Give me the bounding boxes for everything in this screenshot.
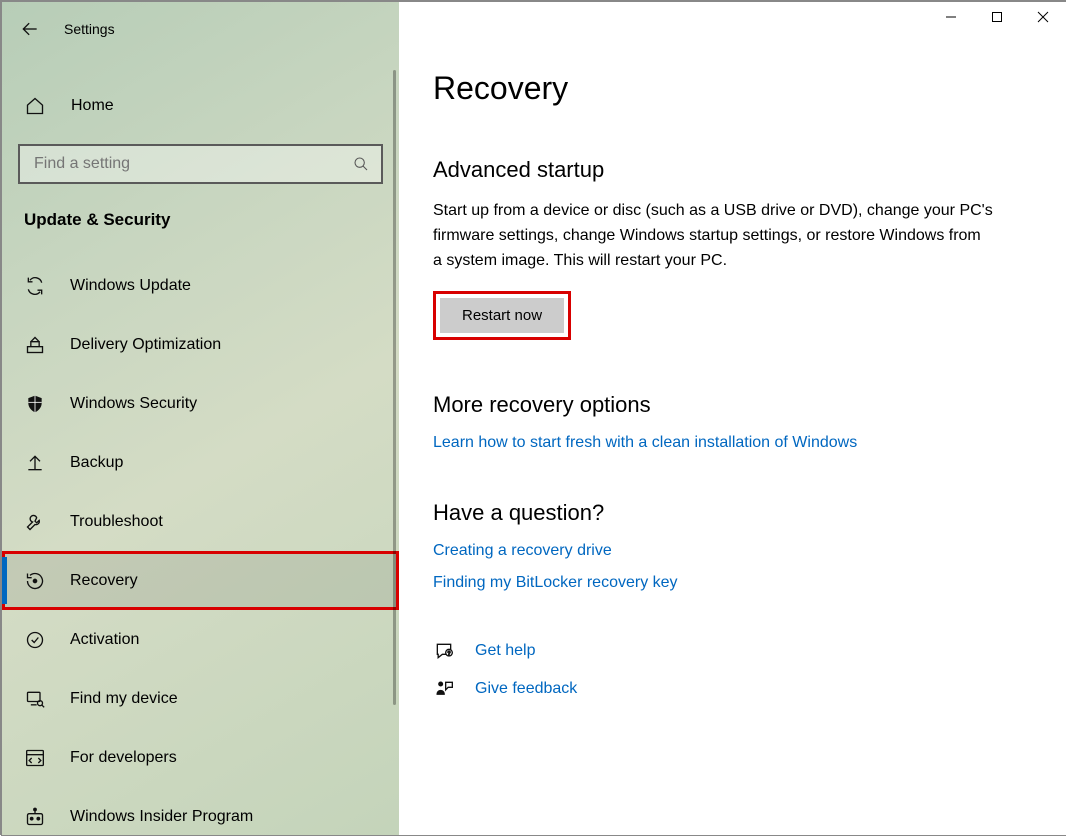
sidebar-item-home[interactable]: Home bbox=[2, 80, 399, 132]
sidebar-item-recovery[interactable]: Recovery bbox=[2, 551, 399, 610]
maximize-button[interactable] bbox=[974, 2, 1020, 32]
sidebar-item-find-my-device[interactable]: Find my device bbox=[2, 669, 399, 728]
sidebar-item-windows-update[interactable]: Windows Update bbox=[2, 256, 399, 315]
sidebar-item-label: Windows Insider Program bbox=[70, 808, 253, 826]
question-heading: Have a question? bbox=[433, 500, 1006, 526]
search-input[interactable] bbox=[32, 154, 353, 174]
sidebar-item-label: Troubleshoot bbox=[70, 513, 163, 531]
restart-now-highlight: Restart now bbox=[433, 291, 571, 340]
home-label: Home bbox=[71, 97, 114, 115]
find-device-icon bbox=[24, 688, 46, 710]
sidebar-item-delivery-optimization[interactable]: Delivery Optimization bbox=[2, 315, 399, 374]
recovery-drive-link[interactable]: Creating a recovery drive bbox=[433, 542, 1006, 560]
sidebar-item-windows-security[interactable]: Windows Security bbox=[2, 374, 399, 433]
bitlocker-link[interactable]: Finding my BitLocker recovery key bbox=[433, 574, 1006, 592]
page-title: Recovery bbox=[433, 70, 1006, 107]
shield-icon bbox=[24, 393, 46, 415]
sidebar-item-label: For developers bbox=[70, 749, 177, 767]
sidebar-item-activation[interactable]: Activation bbox=[2, 610, 399, 669]
search-icon bbox=[353, 156, 369, 172]
home-icon bbox=[24, 95, 46, 117]
give-feedback-link[interactable]: Give feedback bbox=[433, 678, 1006, 700]
sync-icon bbox=[24, 275, 46, 297]
sidebar-scrollbar[interactable] bbox=[393, 70, 396, 705]
restart-now-button[interactable]: Restart now bbox=[440, 298, 564, 333]
insider-icon bbox=[24, 806, 46, 828]
fresh-install-link[interactable]: Learn how to start fresh with a clean in… bbox=[433, 434, 1006, 452]
sidebar-item-label: Backup bbox=[70, 454, 123, 472]
check-circle-icon bbox=[24, 629, 46, 651]
sidebar-item-windows-insider-program[interactable]: Windows Insider Program bbox=[2, 787, 399, 836]
window-title: Settings bbox=[64, 21, 115, 37]
get-help-link[interactable]: ? Get help bbox=[433, 640, 1006, 662]
recovery-icon bbox=[24, 570, 46, 592]
backup-icon bbox=[24, 452, 46, 474]
advanced-startup-heading: Advanced startup bbox=[433, 157, 1006, 183]
sidebar-item-backup[interactable]: Backup bbox=[2, 433, 399, 492]
sidebar-item-label: Delivery Optimization bbox=[70, 336, 221, 354]
svg-text:?: ? bbox=[448, 652, 451, 658]
category-label: Update & Security bbox=[2, 184, 399, 240]
wrench-icon bbox=[24, 511, 46, 533]
sidebar-item-label: Recovery bbox=[70, 572, 138, 590]
main-panel: Recovery Advanced startup Start up from … bbox=[399, 2, 1066, 835]
search-box[interactable] bbox=[18, 144, 383, 184]
developer-icon bbox=[24, 747, 46, 769]
minimize-button[interactable] bbox=[928, 2, 974, 32]
give-feedback-label: Give feedback bbox=[475, 680, 577, 698]
back-button[interactable] bbox=[20, 19, 40, 39]
more-recovery-heading: More recovery options bbox=[433, 392, 1006, 418]
chat-help-icon: ? bbox=[433, 640, 455, 662]
sidebar-item-label: Activation bbox=[70, 631, 139, 649]
sidebar-item-troubleshoot[interactable]: Troubleshoot bbox=[2, 492, 399, 551]
feedback-icon bbox=[433, 678, 455, 700]
delivery-icon bbox=[24, 334, 46, 356]
sidebar: Settings Home Update & Security Windows … bbox=[2, 2, 399, 835]
close-button[interactable] bbox=[1020, 2, 1066, 32]
sidebar-item-for-developers[interactable]: For developers bbox=[2, 728, 399, 787]
advanced-startup-description: Start up from a device or disc (such as … bbox=[433, 199, 993, 273]
get-help-label: Get help bbox=[475, 642, 535, 660]
sidebar-item-label: Find my device bbox=[70, 690, 178, 708]
sidebar-item-label: Windows Update bbox=[70, 277, 191, 295]
sidebar-item-label: Windows Security bbox=[70, 395, 197, 413]
